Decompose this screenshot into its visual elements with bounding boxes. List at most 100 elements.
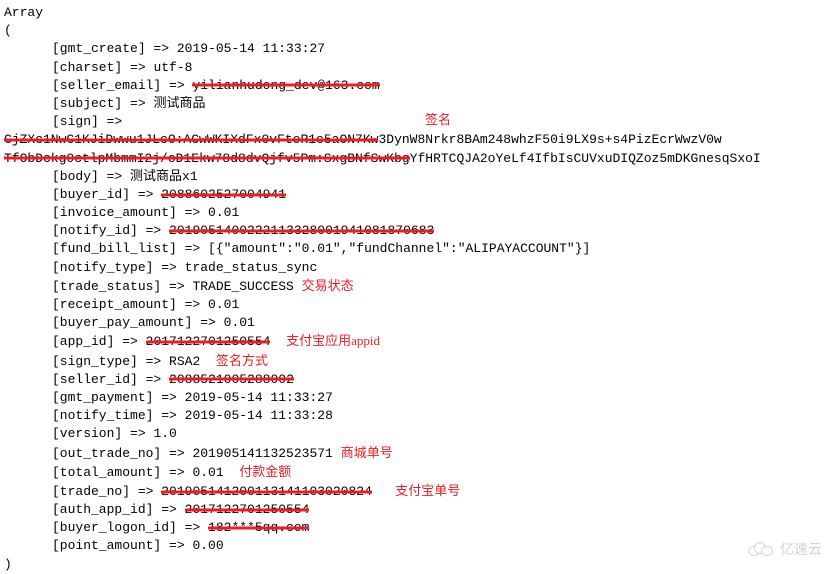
key: [receipt_amount]: [52, 297, 177, 312]
row-gmt-create: [gmt_create] => 2019-05-14 11:33:27: [4, 40, 830, 58]
arrow: =>: [99, 114, 130, 129]
value: trade_status_sync: [185, 260, 318, 275]
arrow: =>: [192, 315, 223, 330]
arrow: =>: [122, 426, 153, 441]
paren-close: ): [4, 556, 830, 574]
arrow: =>: [138, 354, 169, 369]
row-notify-type: [notify_type] => trade_status_sync: [4, 259, 830, 277]
value: RSA2: [169, 354, 200, 369]
redacted-value: 182***5qq.com: [208, 519, 309, 537]
value: [{"amount":"0.01","fundChannel":"ALIPAYA…: [208, 241, 590, 256]
key: [invoice_amount]: [52, 205, 177, 220]
row-invoice-amount: [invoice_amount] => 0.01: [4, 204, 830, 222]
arrow: =>: [161, 446, 192, 461]
row-seller-email: [seller_email] => yilianhudong_dev@163.c…: [4, 77, 830, 95]
arrow: =>: [177, 520, 208, 535]
value: 1.0: [153, 426, 176, 441]
row-buyer-pay-amount: [buyer_pay_amount] => 0.01: [4, 314, 830, 332]
key: [notify_time]: [52, 408, 153, 423]
annotation-sign-type: 签名方式: [216, 353, 268, 368]
arrow: =>: [161, 78, 192, 93]
key: [buyer_logon_id]: [52, 520, 177, 535]
arrow: =>: [177, 297, 208, 312]
row-total-amount: [total_amount] => 0.01 付款金额: [4, 463, 830, 482]
row-charset: [charset] => utf-8: [4, 59, 830, 77]
row-version: [version] => 1.0: [4, 425, 830, 443]
arrow: =>: [122, 96, 153, 111]
annotation-trade-no: 支付宝单号: [395, 483, 460, 498]
key: [sign_type]: [52, 354, 138, 369]
key: [out_trade_no]: [52, 446, 161, 461]
redacted-value: 2019051400222113328001941081870683: [169, 222, 434, 240]
annotation-out-trade-no: 商城单号: [341, 445, 393, 460]
row-app-id: [app_id] => 2017122701250554 支付宝应用appid: [4, 332, 830, 351]
redacted-value: TfObDckg0ctlpMbmmI2j/oD1Ekw78d8dvQjfv5Pm…: [4, 150, 410, 168]
annotation-trade-status: 交易状态: [302, 278, 354, 293]
paren-open: (: [4, 22, 830, 40]
arrow: =>: [153, 502, 184, 517]
redacted-value: 2017122701250554: [185, 501, 310, 519]
key: [auth_app_id]: [52, 502, 153, 517]
value: 2019-05-14 11:33:27: [177, 41, 325, 56]
key: [seller_id]: [52, 372, 138, 387]
redacted-value: 201905141200113141103020824: [161, 483, 372, 501]
annotation-sign: 签名: [425, 111, 451, 129]
row-sign-type: [sign_type] => RSA2 签名方式: [4, 352, 830, 371]
value: 测试商品: [153, 96, 205, 111]
row-trade-status: [trade_status] => TRADE_SUCCESS 交易状态: [4, 277, 830, 296]
key: [charset]: [52, 60, 122, 75]
redacted-value: 2088602527004941: [161, 186, 286, 204]
arrow: =>: [122, 60, 153, 75]
redacted-value: 2088521005288002: [169, 371, 294, 389]
arrow: =>: [153, 390, 184, 405]
key: [sign]: [52, 114, 99, 129]
arrow: =>: [153, 408, 184, 423]
key: [notify_id]: [52, 223, 138, 238]
arrow: =>: [138, 223, 169, 238]
annotation-total-amount: 付款金额: [239, 464, 291, 479]
annotation-app-id: 支付宝应用appid: [286, 333, 380, 348]
row-notify-time: [notify_time] => 2019-05-14 11:33:28: [4, 407, 830, 425]
key: [seller_email]: [52, 78, 161, 93]
arrow: =>: [138, 372, 169, 387]
row-fund-bill-list: [fund_bill_list] => [{"amount":"0.01","f…: [4, 240, 830, 258]
arrow: =>: [130, 187, 161, 202]
row-sign-key: [sign] => 签名: [4, 113, 830, 131]
value: 0.01: [208, 205, 239, 220]
key: [version]: [52, 426, 122, 441]
row-notify-id: [notify_id] => 2019051400222113328001941…: [4, 222, 830, 240]
arrow: =>: [114, 334, 145, 349]
row-subject: [subject] => 测试商品: [4, 95, 830, 113]
value: utf-8: [153, 60, 192, 75]
row-body: [body] => 测试商品x1: [4, 168, 830, 186]
value: 0.01: [208, 297, 239, 312]
key: [notify_type]: [52, 260, 153, 275]
value: 0.01: [192, 465, 223, 480]
key: [gmt_payment]: [52, 390, 153, 405]
arrow: =>: [161, 465, 192, 480]
key: [buyer_pay_amount]: [52, 315, 192, 330]
key: [gmt_create]: [52, 41, 146, 56]
arrow: =>: [146, 41, 177, 56]
key: [buyer_id]: [52, 187, 130, 202]
key: [app_id]: [52, 334, 114, 349]
key: [trade_no]: [52, 484, 130, 499]
row-seller-id: [seller_id] => 2088521005288002: [4, 371, 830, 389]
redacted-value: CjZXc1NwC1KJiDwwu1JLcO:ACwWKIXdFx0vFtoR1…: [4, 131, 378, 149]
arrow: =>: [177, 241, 208, 256]
value: 测试商品x1: [130, 169, 198, 184]
redacted-value: 2017122701250554: [146, 333, 271, 351]
cloud-icon: [748, 542, 774, 558]
row-buyer-logon-id: [buyer_logon_id] => 182***5qq.com: [4, 519, 830, 537]
value: 2019-05-14 11:33:28: [185, 408, 333, 423]
value: YfHRTCQJA2oYeLf4IfbIsCUVxuDIQZoz5mDKGnes…: [410, 151, 761, 166]
row-receipt-amount: [receipt_amount] => 0.01: [4, 296, 830, 314]
array-declaration: Array: [4, 4, 830, 22]
value: TRADE_SUCCESS: [192, 279, 293, 294]
key: [fund_bill_list]: [52, 241, 177, 256]
row-trade-no: [trade_no] => 20190514120011314110302082…: [4, 482, 830, 501]
row-gmt-payment: [gmt_payment] => 2019-05-14 11:33:27: [4, 389, 830, 407]
watermark-text: 亿速云: [780, 540, 822, 560]
row-out-trade-no: [out_trade_no] => 201905141132523571 商城单…: [4, 444, 830, 463]
row-auth-app-id: [auth_app_id] => 2017122701250554: [4, 501, 830, 519]
